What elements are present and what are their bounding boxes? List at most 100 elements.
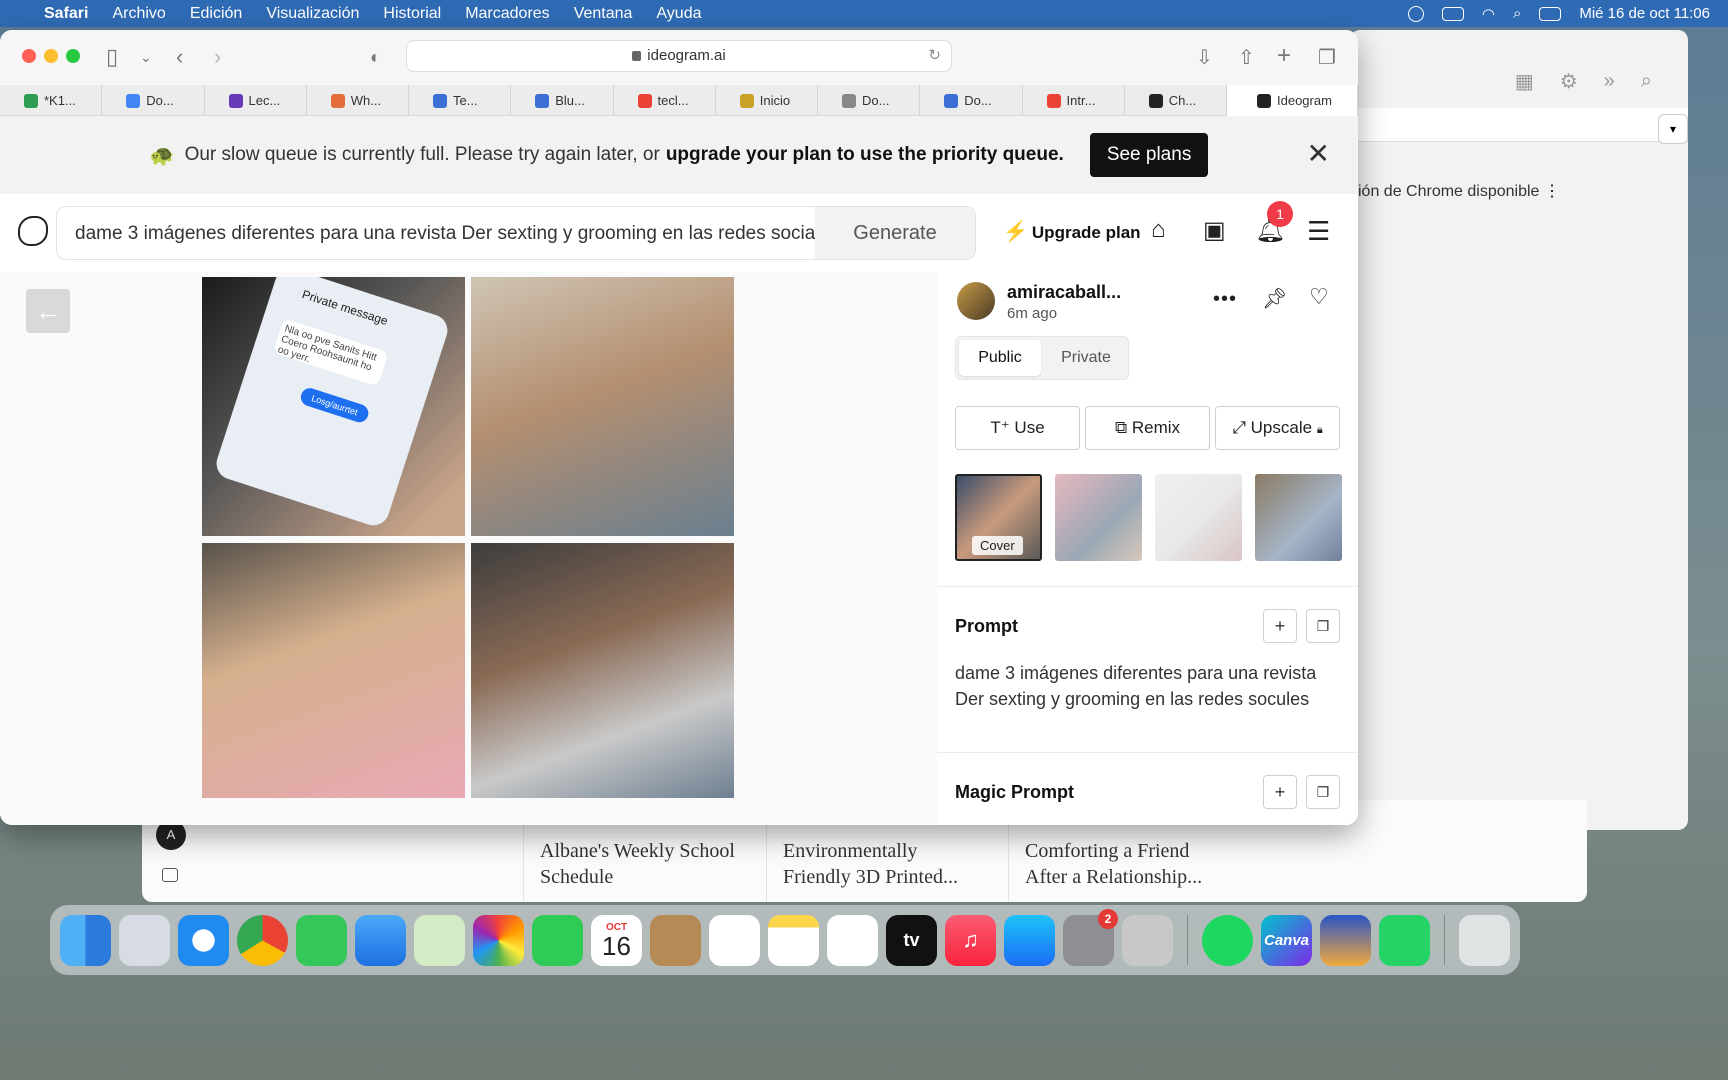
spotlight-search-icon[interactable]: ⌕ [1513, 5, 1521, 22]
reload-icon[interactable]: ↻ [928, 41, 941, 71]
extension-icon[interactable]: ⚙ [1560, 69, 1578, 94]
privacy-shield-icon[interactable]: ◐ [370, 47, 381, 68]
system-settings-icon[interactable]: 2 [1063, 908, 1118, 966]
freeform-icon[interactable] [827, 914, 878, 966]
photos-icon[interactable] [473, 914, 524, 966]
calendar-icon[interactable]: OCT 16 [591, 914, 642, 966]
username[interactable]: amiracaball... [1007, 282, 1121, 303]
safari-icon[interactable] [178, 914, 229, 966]
card-title[interactable]: Albane's Weekly School Schedule [523, 824, 753, 902]
chrome-update-message[interactable]: ión de Chrome disponible ⋮ [1358, 176, 1560, 208]
thumbnail-cover[interactable]: Cover [955, 474, 1042, 561]
thumbnail[interactable] [1255, 474, 1342, 561]
upgrade-plan-button[interactable]: ⚡ Upgrade plan [1003, 219, 1141, 244]
tab-11[interactable]: Ch... [1125, 85, 1227, 116]
battery-icon[interactable] [1441, 6, 1464, 21]
sidebar-toggle-icon[interactable] [162, 868, 178, 882]
upscale-button[interactable]: ⤢ Upscale 🔒︎ [1215, 406, 1340, 450]
accessibility-icon[interactable] [1407, 5, 1424, 22]
tab-6[interactable]: tecl... [614, 85, 716, 116]
facetime-icon[interactable] [532, 914, 583, 966]
generate-button[interactable]: Generate [815, 207, 975, 259]
chrome-icon[interactable] [237, 914, 288, 966]
download-icon[interactable]: ⇩ [1196, 45, 1213, 70]
minimize-window-button[interactable] [44, 49, 58, 63]
ideogram-logo-icon[interactable] [18, 216, 48, 246]
tab-8[interactable]: Do... [818, 85, 921, 116]
apple-tv-icon[interactable]: tv [886, 914, 937, 966]
contacts-icon[interactable] [650, 914, 701, 966]
thumbnail[interactable] [1155, 474, 1242, 561]
finder-icon[interactable] [60, 914, 111, 966]
pin-icon[interactable]: 📌︎ [1262, 286, 1287, 311]
control-center-icon[interactable] [1539, 6, 1562, 21]
address-bar[interactable]: ideogram.ai ↻ [406, 40, 952, 72]
messages-icon[interactable] [296, 914, 347, 966]
chevron-down-icon[interactable]: ▾ [1658, 114, 1688, 144]
tab-overview-icon[interactable]: ❐ [1318, 45, 1336, 70]
menu-visualizacion[interactable]: Visualización [266, 5, 359, 23]
tab-5[interactable]: Blu... [511, 85, 614, 116]
spotify-icon[interactable] [1202, 914, 1253, 966]
public-option[interactable]: Public [959, 340, 1041, 376]
whatsapp-icon[interactable] [1379, 914, 1430, 966]
tab-0[interactable]: *K1... [0, 85, 103, 116]
see-plans-button[interactable]: See plans [1089, 133, 1209, 177]
copy-icon[interactable]: ❐ [1306, 775, 1340, 809]
app-store-icon[interactable] [1004, 914, 1055, 966]
card-title[interactable]: Comforting a Friend After a Relationship… [1008, 824, 1238, 902]
add-icon[interactable]: + [1263, 609, 1297, 643]
card-title[interactable]: Environmentally Friendly 3D Printed... [766, 824, 996, 902]
close-window-button[interactable] [22, 49, 36, 63]
menu-ventana[interactable]: Ventana [574, 5, 633, 23]
new-tab-icon[interactable]: + [1277, 42, 1291, 70]
share-icon[interactable]: ⇧ [1238, 45, 1255, 70]
back-arrow-icon[interactable]: ‹ [176, 44, 183, 70]
menu-historial[interactable]: Historial [383, 5, 441, 23]
launchpad-icon[interactable] [119, 914, 170, 966]
banner-bold-text[interactable]: upgrade your plan to use the priority qu… [666, 144, 1064, 166]
forward-arrow-icon[interactable]: › [214, 44, 221, 70]
thumbnail[interactable] [1055, 474, 1142, 561]
chevron-down-icon[interactable]: ⌄ [140, 49, 152, 66]
generated-image-3[interactable] [202, 543, 465, 798]
notes-icon[interactable] [768, 914, 819, 966]
heart-icon[interactable]: ♡ [1309, 284, 1329, 310]
hamburger-menu-icon[interactable]: ☰ [1307, 216, 1330, 247]
tab-9[interactable]: Do... [920, 85, 1023, 116]
menu-archivo[interactable]: Archivo [112, 5, 165, 23]
close-icon[interactable]: ✕ [1307, 140, 1330, 168]
mail-icon[interactable] [355, 914, 406, 966]
menu-marcadores[interactable]: Marcadores [465, 5, 549, 23]
remix-button[interactable]: ⧉ Remix [1085, 406, 1210, 450]
home-icon[interactable]: ⌂ [1151, 216, 1166, 244]
music-icon[interactable]: ♫ [945, 914, 996, 966]
clock[interactable]: Mié 16 de oct 11:06 [1579, 5, 1710, 22]
add-icon[interactable]: + [1263, 775, 1297, 809]
maps-icon[interactable] [414, 914, 465, 966]
gallery-icon[interactable]: ▣ [1203, 216, 1226, 245]
back-button[interactable]: ← [26, 289, 70, 333]
tab-2[interactable]: Lec... [205, 85, 307, 116]
private-option[interactable]: Private [1046, 340, 1126, 376]
menu-app-name[interactable]: Safari [44, 5, 88, 23]
sidebar-icon[interactable]: ▯ [106, 44, 118, 70]
menu-edicion[interactable]: Edición [190, 5, 242, 23]
use-button[interactable]: T⁺ Use [955, 406, 1080, 450]
table-icon[interactable]: ▦ [1515, 69, 1534, 94]
generated-image-4[interactable] [471, 543, 734, 798]
wifi-icon[interactable]: ◠ [1482, 5, 1495, 23]
tab-3[interactable]: Wh... [307, 85, 409, 116]
generated-image-1[interactable]: Private message Nla oo pve Sanits Hitt C… [202, 277, 465, 536]
prompt-input-text[interactable]: dame 3 imágenes diferentes para una revi… [75, 223, 840, 245]
trash-icon[interactable] [1459, 914, 1510, 966]
tab-1[interactable]: Do... [102, 85, 205, 116]
tab-4[interactable]: Te... [409, 85, 512, 116]
menu-ayuda[interactable]: Ayuda [656, 5, 701, 23]
tab-10[interactable]: Intr... [1023, 85, 1125, 116]
copy-icon[interactable]: ❐ [1306, 609, 1340, 643]
tab-12[interactable]: Ideogram [1227, 85, 1358, 116]
tab-7[interactable]: Inicio [716, 85, 818, 116]
more-options-icon[interactable]: ••• [1213, 288, 1237, 311]
roblox-icon[interactable] [1122, 914, 1173, 966]
